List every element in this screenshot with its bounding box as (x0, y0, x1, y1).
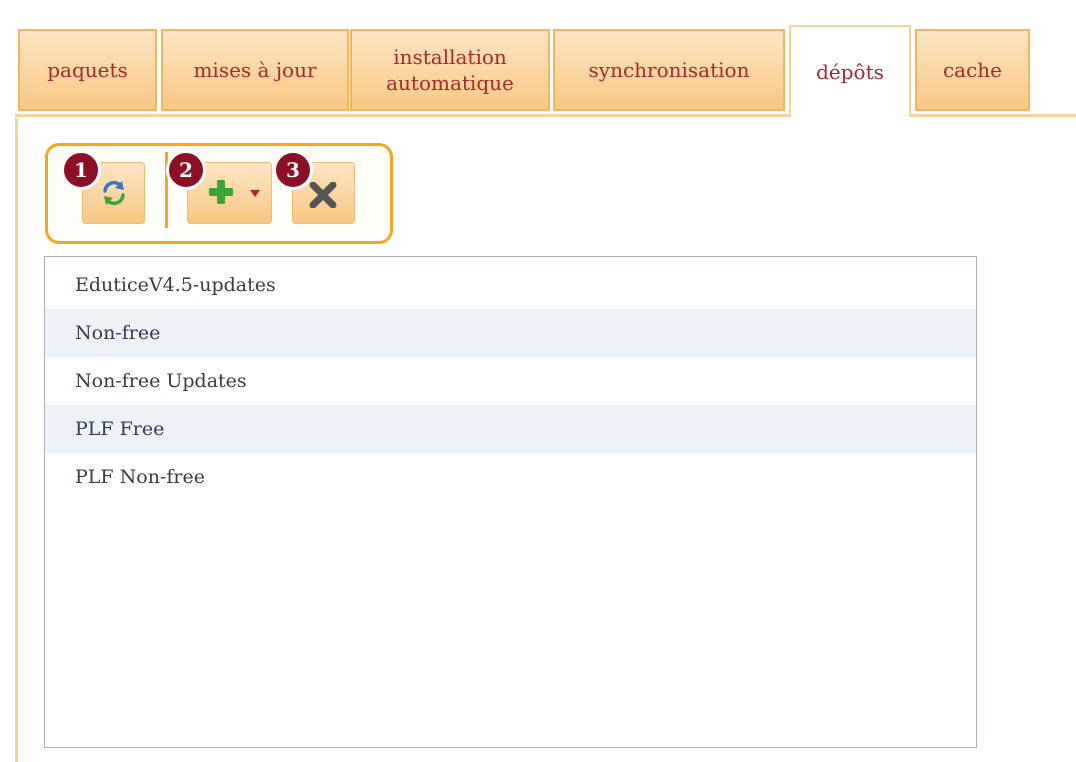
list-item[interactable]: Non-free Updates (45, 357, 976, 405)
list-item[interactable]: PLF Free (45, 405, 976, 453)
tab-label: installation automatique (386, 45, 514, 95)
callout-badge-1: 1 (61, 150, 101, 190)
tab-label: dépôts (816, 60, 884, 84)
tab-label: cache (942, 58, 1003, 82)
callout-badge-2: 2 (166, 150, 206, 190)
tab-mises-a-jour[interactable]: mises à jour (161, 29, 349, 111)
tab-label: mises à jour (193, 58, 317, 82)
callout-badge-3: 3 (273, 150, 313, 190)
badge-number: 2 (179, 158, 193, 182)
tab-synchronisation[interactable]: synchronisation (553, 29, 785, 111)
delete-x-icon (309, 182, 337, 208)
dropdown-arrow-icon[interactable] (250, 190, 260, 197)
list-item[interactable]: PLF Non-free (45, 453, 976, 501)
content-left-border (15, 118, 18, 762)
badge-number: 1 (74, 158, 88, 182)
tab-bar-baseline (15, 114, 1076, 117)
list-item[interactable]: EduticeV4.5-updates (45, 261, 976, 309)
tab-cache[interactable]: cache (915, 29, 1030, 111)
tab-depots[interactable]: dépôts (789, 25, 911, 117)
badge-number: 3 (286, 158, 300, 182)
tab-label: paquets (47, 58, 128, 82)
tab-bar: paquets mises à jour installation automa… (15, 0, 1076, 118)
add-plus-icon (207, 178, 235, 206)
tab-installation-automatique[interactable]: installation automatique (350, 29, 550, 111)
repository-list: EduticeV4.5-updates Non-free Non-free Up… (44, 256, 977, 748)
list-item[interactable]: Non-free (45, 309, 976, 357)
refresh-icon (102, 180, 126, 206)
tab-label: synchronisation (588, 58, 750, 82)
tab-paquets[interactable]: paquets (18, 29, 157, 111)
